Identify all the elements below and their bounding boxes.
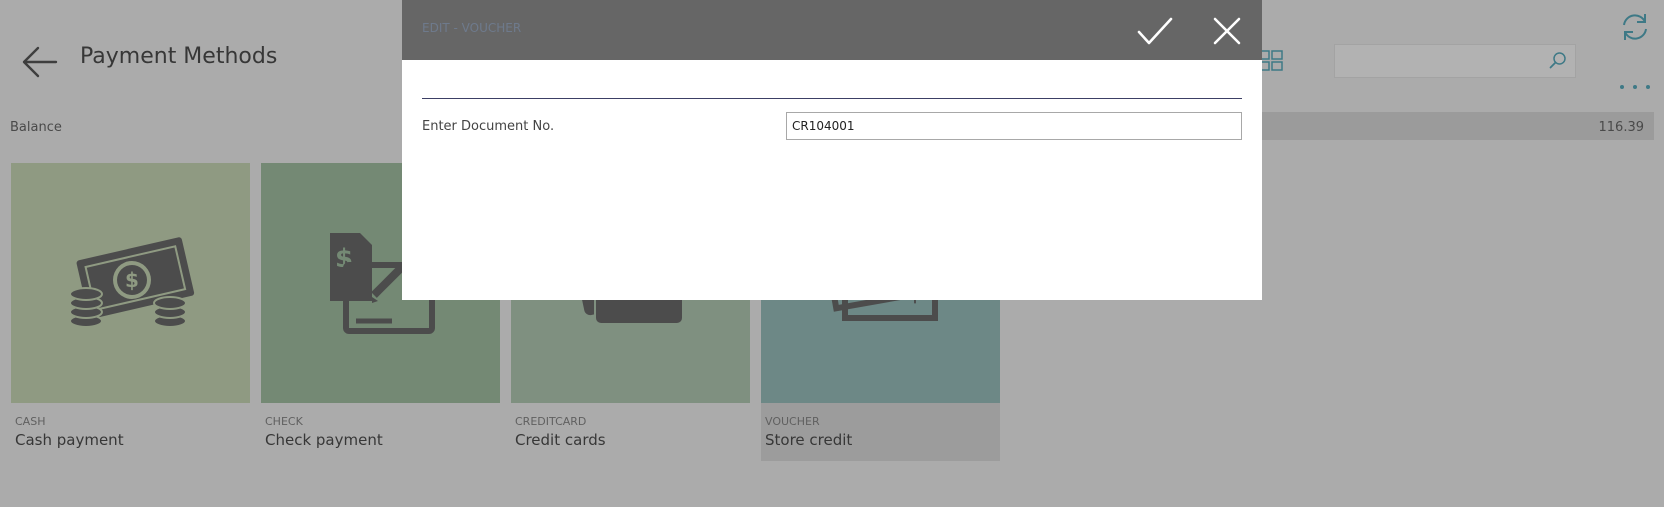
dialog-title: EDIT - VOUCHER [422, 21, 522, 35]
close-button[interactable] [1210, 14, 1244, 48]
document-number-label: Enter Document No. [422, 119, 555, 134]
dialog-divider [422, 98, 1242, 99]
checkmark-icon [1137, 17, 1173, 45]
document-number-input[interactable] [786, 112, 1242, 140]
close-icon [1213, 17, 1241, 45]
dialog-header: EDIT - VOUCHER [402, 0, 1262, 60]
edit-voucher-dialog: EDIT - VOUCHER Enter Document No. [402, 0, 1262, 300]
confirm-button[interactable] [1135, 14, 1175, 50]
